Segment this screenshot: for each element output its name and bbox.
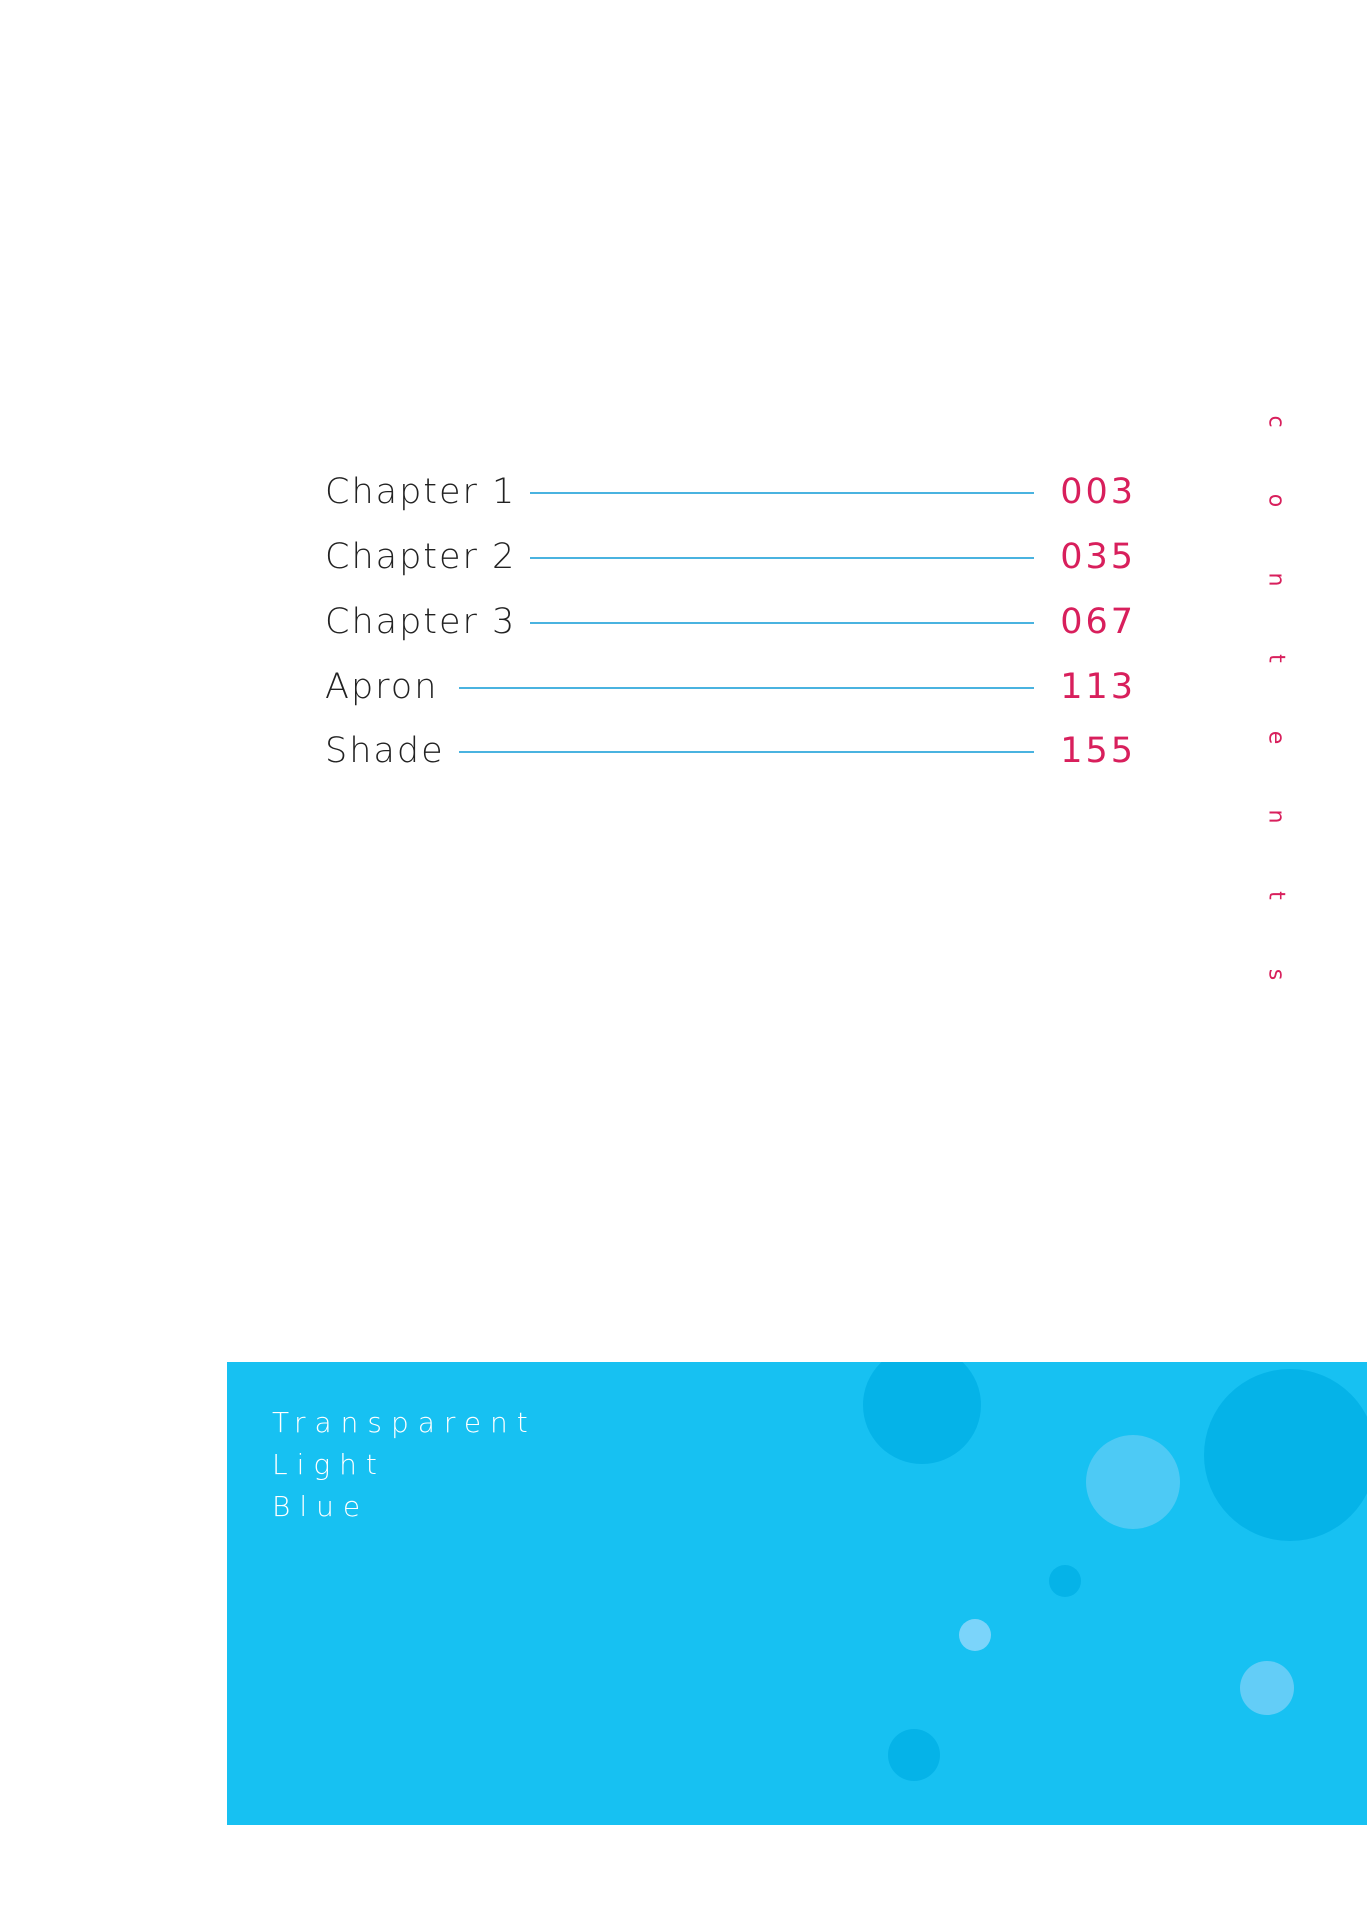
toc-entry[interactable]: Chapter 1 003 — [325, 467, 1136, 517]
bubble-dark — [863, 1362, 981, 1464]
toc-entry-page: 155 — [1060, 731, 1136, 771]
book-title-line: Light — [272, 1448, 386, 1481]
heading-letter: t — [1263, 654, 1289, 663]
heading-letter: n — [1263, 572, 1289, 587]
heading-letter: s — [1263, 968, 1289, 981]
bubble-light — [959, 1619, 991, 1651]
toc-entry[interactable]: Apron 113 — [325, 662, 1136, 712]
toc-entry-page: 067 — [1060, 602, 1136, 642]
toc-entry-page: 035 — [1060, 537, 1136, 577]
bubble-light — [1240, 1661, 1294, 1715]
contents-heading-vertical: c o n t e n t s — [1236, 382, 1289, 1014]
toc-entry[interactable]: Chapter 3 067 — [325, 597, 1136, 647]
toc-entry-title: Chapter 1 — [325, 472, 517, 512]
heading-letter: e — [1263, 730, 1289, 745]
toc-entry-title: Chapter 3 — [325, 602, 517, 642]
leader-line — [530, 557, 1034, 559]
bubble-light — [1086, 1435, 1180, 1529]
heading-letter: t — [1263, 891, 1289, 900]
heading-letter: n — [1263, 809, 1289, 824]
bubble-dark — [1049, 1565, 1081, 1597]
leader-line — [530, 622, 1034, 624]
toc-entry-title: Apron — [325, 667, 439, 707]
leader-line — [530, 492, 1034, 494]
book-title-line: Blue — [272, 1490, 370, 1523]
book-title-line: Transparent — [272, 1406, 537, 1439]
toc-entry[interactable]: Shade 155 — [325, 726, 1136, 776]
toc-entry-page: 003 — [1060, 472, 1136, 512]
toc-entry[interactable]: Chapter 2 035 — [325, 532, 1136, 582]
leader-line — [459, 751, 1034, 753]
leader-line — [459, 687, 1034, 689]
title-banner: Transparent Light Blue — [227, 1362, 1367, 1825]
toc-entry-title: Chapter 2 — [325, 537, 517, 577]
toc-entry-page: 113 — [1060, 667, 1136, 707]
heading-letter: c — [1263, 415, 1289, 428]
toc-entry-title: Shade — [325, 731, 445, 771]
book-title: Transparent Light Blue — [272, 1402, 537, 1528]
bubble-dark — [888, 1729, 940, 1781]
bubble-dark — [1204, 1369, 1367, 1541]
heading-letter: o — [1263, 493, 1289, 508]
